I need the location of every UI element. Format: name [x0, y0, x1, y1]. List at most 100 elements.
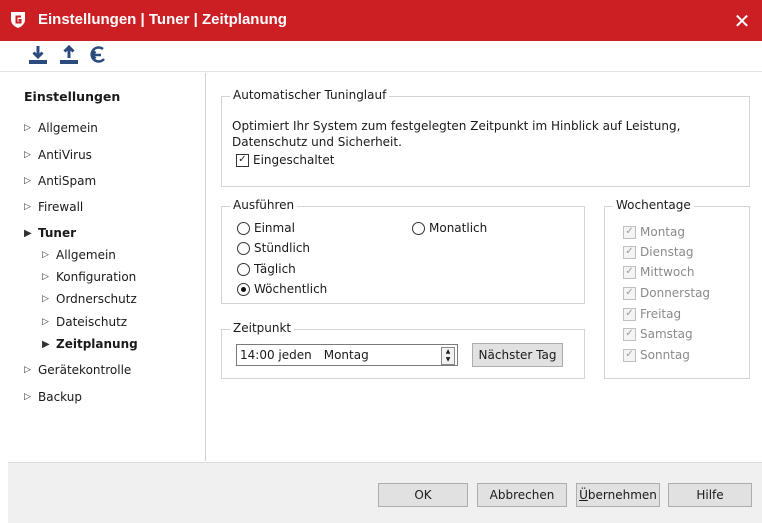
sidebar-item-tuner[interactable]: ▶ Tuner — [24, 226, 76, 240]
weekday-label: Montag — [640, 225, 685, 239]
auto-tuning-legend: Automatischer Tuninglauf — [230, 88, 390, 102]
sidebar-item-label: Backup — [38, 390, 82, 404]
radio-circle-icon — [412, 221, 425, 235]
gdata-logo-icon — [11, 12, 25, 28]
radio-woechentlich[interactable]: Wöchentlich — [237, 282, 327, 296]
download-icon[interactable] — [26, 43, 50, 67]
weekday-label: Donnerstag — [640, 286, 711, 300]
checkmark-icon: ✓ — [623, 245, 636, 259]
chevron-right-icon: ▷ — [24, 392, 31, 402]
weekday-checkbox-mittwoch[interactable]: ✓ Mittwoch — [623, 265, 694, 279]
radio-stuendlich[interactable]: Stündlich — [237, 241, 310, 255]
chevron-right-icon: ▷ — [24, 202, 31, 212]
chevron-right-icon: ▷ — [42, 250, 49, 260]
close-button[interactable]: ✕ — [722, 0, 762, 41]
time-legend: Zeitpunkt — [230, 321, 295, 335]
radio-selected-icon — [237, 282, 250, 296]
checkmark-icon: ✓ — [236, 153, 249, 167]
sidebar-item-antivirus[interactable]: ▷ AntiVirus — [24, 148, 92, 162]
radio-label: Stündlich — [254, 241, 311, 255]
apply-label: bernehmen — [587, 488, 657, 502]
help-button[interactable]: Hilfe — [668, 483, 752, 507]
sidebar-item-label: AntiVirus — [38, 148, 92, 162]
auto-tuning-group: Automatischer Tuninglauf Optimiert Ihr S… — [221, 88, 750, 187]
checkmark-icon: ✓ — [623, 286, 636, 300]
spin-down-icon[interactable]: ▼ — [442, 356, 454, 364]
radio-label: Wöchentlich — [254, 282, 328, 296]
checkmark-icon: ✓ — [623, 265, 636, 279]
spin-buttons[interactable]: ▲ ▼ — [441, 347, 455, 365]
sidebar-item-label: Dateischutz — [56, 315, 128, 329]
upload-icon[interactable] — [57, 43, 81, 67]
sidebar-title: Einstellungen — [24, 89, 121, 104]
sidebar-item-label: Gerätekontrolle — [38, 363, 132, 377]
apply-mnemonic: Ü — [579, 488, 588, 502]
radio-label: Einmal — [254, 221, 295, 235]
weekdays-group: Wochentage ✓ Montag ✓ Dienstag ✓ Mittwoch ✓… — [604, 198, 750, 379]
sidebar-item-dateischutz[interactable]: ▷ Dateischutz — [42, 315, 127, 329]
weekday-label: Dienstag — [640, 245, 694, 259]
radio-einmal[interactable]: Einmal — [237, 221, 295, 235]
chevron-expanded-icon: ▶ — [24, 227, 32, 239]
sidebar-item-konfiguration[interactable]: ▷ Konfiguration — [42, 270, 136, 284]
chevron-right-icon: ▷ — [24, 176, 31, 186]
reset-icon[interactable] — [86, 43, 110, 67]
weekday-label: Sonntag — [640, 348, 690, 362]
weekday-label: Mittwoch — [640, 265, 695, 279]
sidebar-item-zeitplanung[interactable]: ▶ Zeitplanung — [42, 337, 138, 351]
radio-label: Monatlich — [429, 221, 488, 235]
radio-monatlich[interactable]: Monatlich — [412, 221, 487, 235]
radio-circle-icon — [237, 262, 250, 276]
chevron-right-icon: ▷ — [42, 294, 49, 304]
settings-sidebar: Einstellungen ▷ Allgemein ▷ AntiVirus ▷ Ant… — [8, 73, 206, 461]
sidebar-item-ordnerschutz[interactable]: ▷ Ordnerschutz — [42, 292, 137, 306]
checkmark-icon: ✓ — [623, 307, 636, 321]
sidebar-item-tuner-allgemein[interactable]: ▷ Allgemein — [42, 248, 116, 262]
sidebar-item-label: AntiSpam — [38, 174, 97, 188]
checkmark-icon: ✓ — [623, 225, 636, 239]
dialog-footer: OK Abbrechen Übernehmen Hilfe — [8, 462, 762, 523]
sidebar-item-label: Zeitplanung — [56, 337, 138, 351]
time-group: Zeitpunkt 14:00 jeden Montag ▲ ▼ Nächste… — [221, 321, 585, 379]
cancel-button[interactable]: Abbrechen — [477, 483, 567, 507]
chevron-selected-icon: ▶ — [42, 338, 50, 350]
chevron-right-icon: ▷ — [42, 317, 49, 327]
chevron-right-icon: ▷ — [42, 272, 49, 282]
spin-up-icon[interactable]: ▲ — [442, 348, 454, 356]
weekday-checkbox-sonntag[interactable]: ✓ Sonntag — [623, 348, 690, 362]
chevron-right-icon: ▷ — [24, 123, 31, 133]
next-day-button[interactable]: Nächster Tag — [472, 343, 563, 367]
time-value: 14:00 jeden — [240, 348, 312, 362]
sidebar-item-backup[interactable]: ▷ Backup — [24, 390, 82, 404]
apply-button[interactable]: Übernehmen — [576, 483, 660, 507]
sidebar-item-firewall[interactable]: ▷ Firewall — [24, 200, 83, 214]
sidebar-item-label: Allgemein — [38, 121, 98, 135]
weekday-label: Freitag — [640, 307, 682, 321]
weekday-checkbox-donnerstag[interactable]: ✓ Donnerstag — [623, 286, 710, 300]
chevron-right-icon: ▷ — [24, 150, 31, 160]
sidebar-item-label: Firewall — [38, 200, 84, 214]
ok-button[interactable]: OK — [378, 483, 468, 507]
radio-circle-icon — [237, 221, 250, 235]
weekdays-legend: Wochentage — [613, 198, 694, 212]
sidebar-item-geraetekontrolle[interactable]: ▷ Gerätekontrolle — [24, 363, 131, 377]
sidebar-item-label: Konfiguration — [56, 270, 137, 284]
weekday-checkbox-samstag[interactable]: ✓ Samstag — [623, 327, 693, 341]
radio-taeglich[interactable]: Täglich — [237, 262, 296, 276]
title-bar: Einstellungen | Tuner | Zeitplanung ✕ — [0, 0, 762, 41]
auto-tuning-description: Optimiert Ihr System zum festgelegten Ze… — [232, 119, 681, 149]
weekday-label: Samstag — [640, 327, 693, 341]
enabled-label: Eingeschaltet — [253, 153, 335, 167]
weekday-checkbox-montag[interactable]: ✓ Montag — [623, 225, 685, 239]
radio-label: Täglich — [254, 262, 296, 276]
run-frequency-group: Ausführen Einmal Stündlich Täglich Wöche… — [221, 198, 585, 304]
time-picker-input[interactable]: 14:00 jeden Montag ▲ ▼ — [236, 344, 458, 366]
sidebar-item-label: Allgemein — [56, 248, 116, 262]
sidebar-item-antispam[interactable]: ▷ AntiSpam — [24, 174, 96, 188]
day-value: Montag — [323, 348, 369, 362]
weekday-checkbox-freitag[interactable]: ✓ Freitag — [623, 307, 681, 321]
sidebar-item-label: Ordnerschutz — [56, 292, 137, 306]
weekday-checkbox-dienstag[interactable]: ✓ Dienstag — [623, 245, 694, 259]
enabled-checkbox[interactable]: ✓ Eingeschaltet — [236, 153, 334, 167]
sidebar-item-allgemein[interactable]: ▷ Allgemein — [24, 121, 98, 135]
